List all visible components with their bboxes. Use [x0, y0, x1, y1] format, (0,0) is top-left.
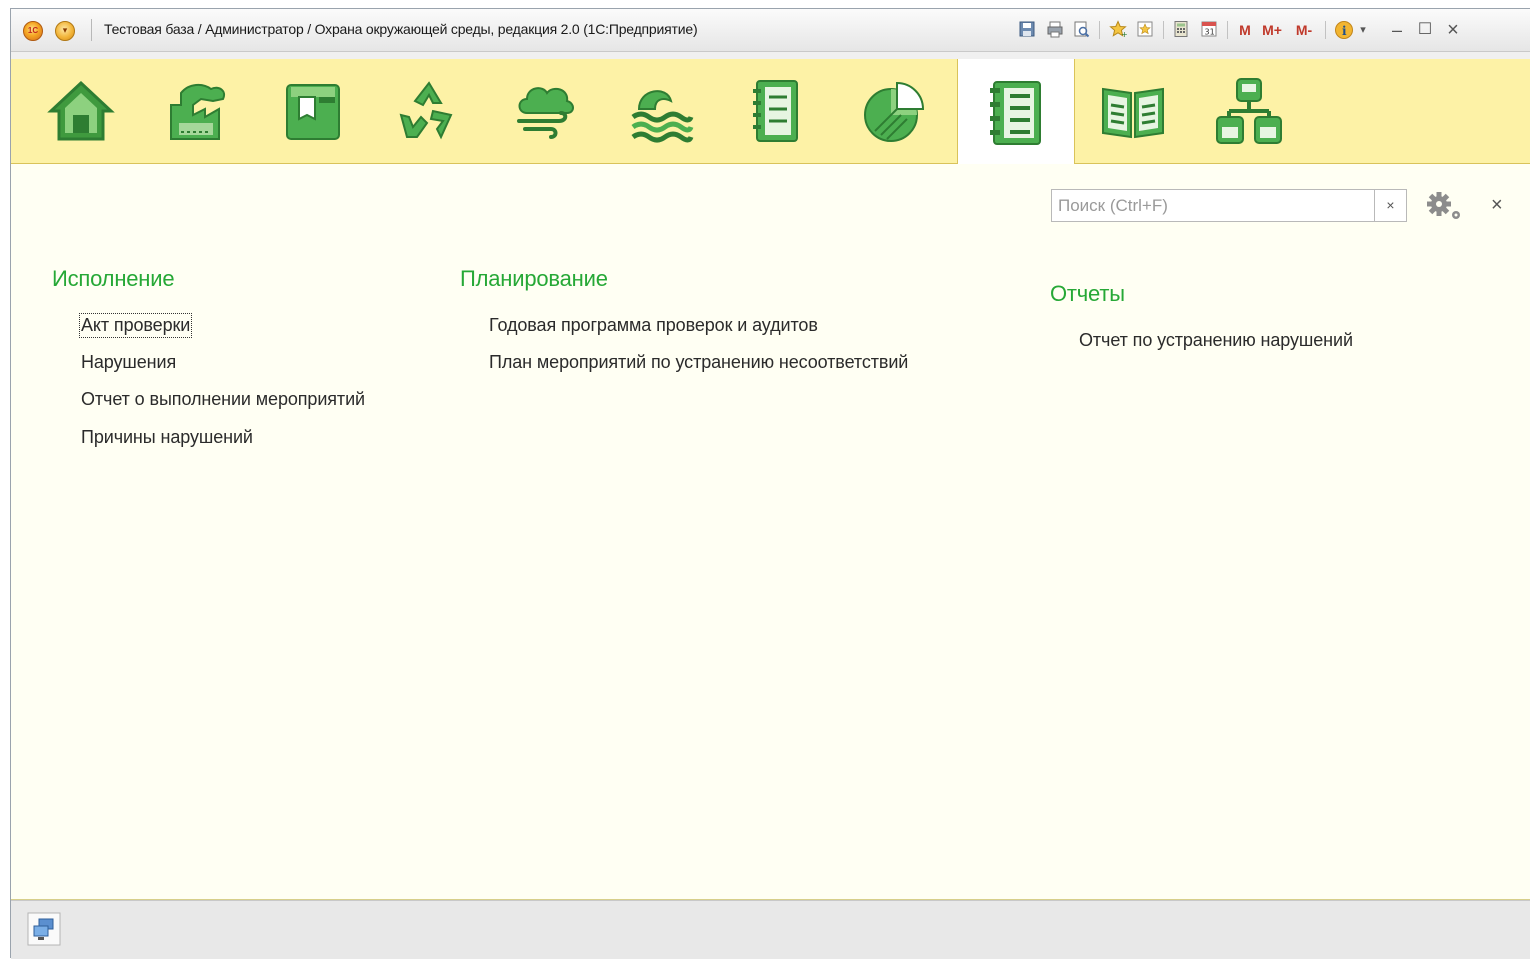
svg-text:+: +: [1121, 30, 1127, 38]
link-violation-elimination-report[interactable]: Отчет по устранению нарушений: [1079, 330, 1353, 351]
recycle-icon: [399, 81, 453, 140]
link-measures-report[interactable]: Отчет о выполнении мероприятий: [81, 389, 365, 410]
search-input[interactable]: Поиск (Ctrl+F): [1051, 189, 1375, 222]
favorites-icon[interactable]: [1135, 20, 1155, 40]
logo-text: 1С: [27, 26, 39, 35]
minimize-button[interactable]: –: [1387, 20, 1407, 40]
section-waste[interactable]: [255, 59, 371, 163]
section-references[interactable]: [1075, 59, 1191, 163]
checklist-icon: [990, 80, 1041, 145]
title-bar: 1С ▾ Тестовая база / Администратор / Охр…: [11, 9, 1530, 52]
memory-subtract-button[interactable]: M-: [1291, 20, 1317, 40]
section-home[interactable]: [23, 59, 139, 163]
app-logo-icon[interactable]: 1С: [23, 21, 43, 41]
waste-bin-icon: [286, 84, 340, 140]
section-content: Поиск (Ctrl+F) × × Исполнение Акт провер…: [11, 164, 1530, 900]
calculator-icon[interactable]: [1171, 20, 1191, 40]
app-window: 1С ▾ Тестовая база / Администратор / Охр…: [10, 8, 1530, 959]
section-production[interactable]: [139, 59, 255, 163]
toolbar-separator: [1227, 21, 1228, 39]
group-title-planning: Планирование: [460, 266, 608, 291]
print-icon[interactable]: [1045, 20, 1065, 40]
link-inspection-act[interactable]: Акт проверки: [78, 313, 193, 338]
info-dropdown-icon[interactable]: ▾: [1357, 20, 1369, 40]
toolbar-separator: [1099, 21, 1100, 39]
section-air[interactable]: [487, 59, 603, 163]
add-favorite-icon[interactable]: +: [1107, 20, 1129, 40]
close-section-button[interactable]: ×: [1491, 194, 1503, 217]
group-title-reports: Отчеты: [1050, 281, 1125, 306]
book-ledger-icon: [753, 80, 798, 142]
open-book-icon: [1102, 87, 1164, 139]
search-clear-button[interactable]: ×: [1375, 189, 1407, 222]
status-bar: [11, 900, 1530, 959]
sections-panel: [11, 59, 1530, 164]
svg-text:i: i: [1342, 24, 1347, 38]
link-violation-causes[interactable]: Причины нарушений: [81, 427, 253, 448]
factory-icon: [170, 83, 225, 140]
svg-text:31: 31: [1205, 28, 1215, 37]
window-title: Тестовая база / Администратор / Охрана о…: [104, 21, 698, 37]
calendar-icon[interactable]: 31: [1199, 20, 1219, 40]
save-icon[interactable]: [1017, 20, 1037, 40]
title-separator: [91, 19, 92, 41]
preview-icon[interactable]: [1071, 20, 1091, 40]
section-registers[interactable]: [719, 59, 835, 163]
section-recycling[interactable]: [371, 59, 487, 163]
toolbar-separator: [1325, 21, 1326, 39]
memory-add-button[interactable]: M+: [1259, 20, 1285, 40]
settings-gear-icon[interactable]: [1423, 190, 1469, 224]
memory-store-button[interactable]: M: [1237, 20, 1253, 40]
group-title-execution: Исполнение: [52, 266, 175, 291]
maximize-button[interactable]: ☐: [1415, 20, 1435, 40]
water-waves-icon: [631, 90, 694, 143]
section-control[interactable]: [957, 59, 1075, 164]
section-water[interactable]: [603, 59, 719, 163]
link-nonconformity-plan[interactable]: План мероприятий по устранению несоответ…: [489, 352, 908, 373]
connection-status-icon[interactable]: [27, 912, 61, 946]
section-analytics[interactable]: [835, 59, 951, 163]
link-annual-audit-program[interactable]: Годовая программа проверок и аудитов: [489, 315, 818, 336]
info-icon[interactable]: i: [1333, 20, 1355, 40]
home-icon: [47, 80, 115, 141]
pie-chart-icon: [864, 81, 925, 142]
link-violations[interactable]: Нарушения: [81, 352, 176, 373]
hierarchy-icon: [1216, 78, 1282, 144]
main-menu-icon[interactable]: ▾: [55, 21, 75, 41]
toolbar-separator: [1163, 21, 1164, 39]
section-administration[interactable]: [1191, 59, 1307, 163]
air-cloud-icon: [517, 87, 574, 139]
close-window-button[interactable]: ×: [1443, 20, 1463, 40]
